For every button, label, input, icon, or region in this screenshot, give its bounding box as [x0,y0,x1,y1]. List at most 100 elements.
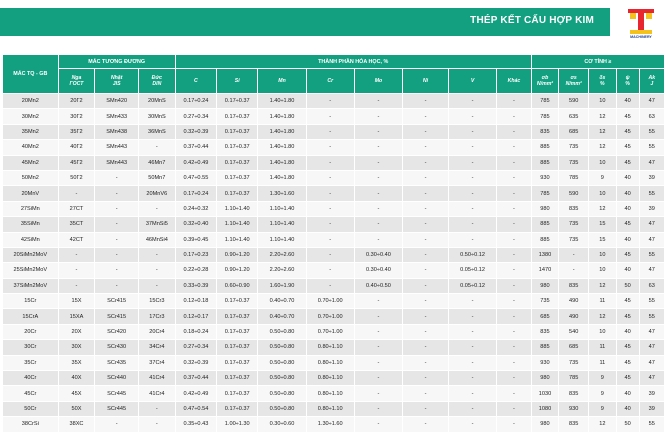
table-cell: 10 [588,247,617,264]
table-cell: 1.30÷1.60 [257,185,307,202]
table-cell: SCr415 [94,293,139,310]
column-header-label: Cr [327,77,334,84]
table-cell: 45Г2 [58,155,96,171]
table-cell: 1.10÷1.40 [257,201,307,218]
column-header: Khác [496,68,532,94]
table-cell: - [448,93,498,110]
table-cell: 0.50÷0.80 [257,401,307,418]
table-cell: 885 [531,216,560,233]
table-cell: 0.42÷0.49 [175,155,218,171]
table-cell: 0.50÷0.80 [257,370,307,387]
column-header: Mn [257,68,307,94]
grade-header: MÁC TQ - GB [3,55,59,94]
column-header: Đức DIN [138,68,176,94]
table-cell: 40X [58,370,96,387]
table-cell: - [58,262,96,279]
table-cell: 39 [639,385,666,402]
table-cell: 55 [639,185,666,202]
table-cell: - [558,262,590,279]
table-cell: 885 [531,155,560,171]
table-cell: - [94,170,139,187]
table-cell: - [448,308,498,325]
table-cell: - [306,155,355,171]
table-cell: - [402,278,449,295]
column-header: σb N/mm² [531,68,560,94]
table-cell: - [402,247,449,264]
table-cell: 735 [531,293,560,310]
table-cell: - [94,262,139,279]
table-cell: - [448,155,498,171]
column-header: Nga ГОСТ [58,68,96,94]
table-cell: 45 [616,139,640,156]
table-cell: - [402,139,449,156]
table-cell: 0.47÷0.55 [175,170,218,187]
table-cell: 0.47÷0.54 [175,401,218,418]
table-cell: - [448,170,498,187]
table-cell: 55 [639,139,666,156]
table-cell: 540 [558,324,590,341]
grade-cell: 30Mn2 [3,108,59,125]
table-cell: - [448,355,498,372]
page-header: THÉP KẾT CẤU HỢP KIM MACHINERY [0,0,668,44]
table-cell: - [94,247,139,264]
table-cell: 10 [588,93,617,110]
table-cell: 35X [58,355,96,372]
table-cell: 1.60÷1.90 [257,278,307,295]
table-cell: 47 [639,155,666,171]
table-cell: - [354,416,404,433]
table-cell: 20MnV6 [138,185,176,202]
table-cell: 635 [558,108,590,125]
table-cell: 0.05÷0.12 [448,278,498,295]
table-cell: - [448,385,498,402]
table-cell: - [354,370,404,387]
table-cell: 45 [616,216,640,233]
table-cell: 38XC [58,416,96,433]
table-cell: 55 [639,416,666,433]
table-cell: 0.50÷0.12 [448,247,498,264]
table-cell: - [402,308,449,325]
table-row: 40Cr 40X SCr440 41Cr4 0.37÷0.44 0.17÷0.37 0.50… [3,370,666,387]
table-cell: SCr445 [94,401,139,418]
table-cell: - [306,232,355,248]
table-cell: 735 [558,139,590,156]
table-cell: - [138,278,176,295]
table-cell: 47 [639,339,666,356]
table-cell: - [496,201,532,218]
grade-cell: 45Mn2 [3,155,59,171]
table-cell: 735 [558,355,590,372]
table-cell: 9 [588,370,617,387]
table-cell: 9 [588,401,617,418]
table-cell: 50 [616,278,640,295]
table-cell: 0.70÷1.00 [306,324,355,341]
table-cell: 12 [588,139,617,156]
table-cell: - [402,124,449,141]
table-cell: SCr435 [94,355,139,372]
table-cell: 0.90÷1.20 [216,247,259,264]
column-header-unit: J [650,81,654,87]
table-cell: 885 [531,232,560,248]
table-cell: - [354,93,404,110]
page-title: THÉP KẾT CẤU HỢP KIM [470,15,594,26]
equivalents-header: MÁC TƯƠNG ĐƯƠNG [58,55,176,69]
column-header-label: Mo [374,77,383,84]
table-cell: 0.70÷1.00 [306,308,355,325]
table-cell: 980 [531,201,560,218]
table-cell: 0.05÷0.12 [448,262,498,279]
table-cell: 10 [588,324,617,341]
table-cell: 11 [588,339,617,356]
table-cell: 785 [531,93,560,110]
table-cell: 55 [639,293,666,310]
table-cell: 40 [616,232,640,248]
column-header-unit: N/mm² [536,81,554,87]
table-cell: 40 [616,385,640,402]
table-cell: 30X [58,339,96,356]
table-cell: - [496,216,532,233]
table-cell: 63 [639,278,666,295]
table-cell: 785 [531,108,560,125]
table-row: 40Mn2 40Г2 SMn443-0.37÷0.44 0.17÷0.37 1.40÷1… [3,139,666,156]
table-cell: 40 [616,185,640,202]
table-cell: 47 [639,216,666,233]
table-cell: 9 [588,385,617,402]
table-cell: - [306,201,355,218]
table-cell: - [448,339,498,356]
